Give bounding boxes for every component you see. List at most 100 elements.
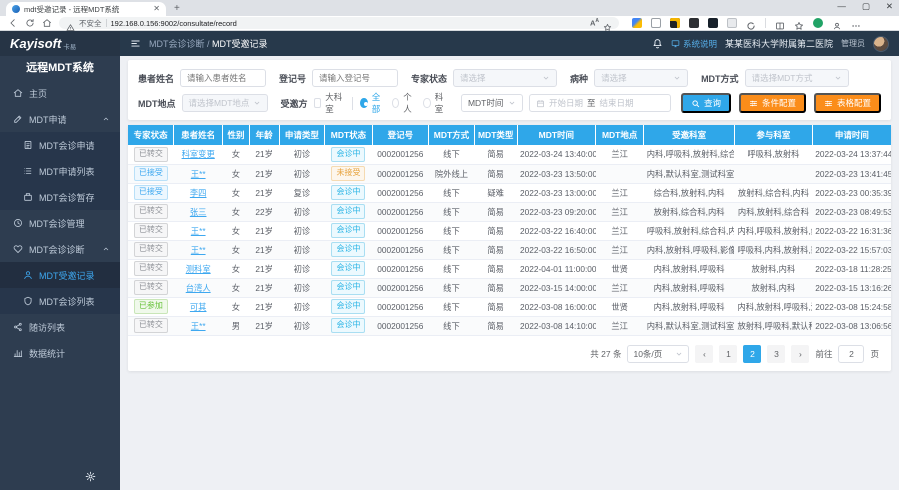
patient-name-link[interactable]: 科室变更	[182, 149, 215, 159]
patient-name-link[interactable]: 王**	[191, 245, 206, 255]
url-bar[interactable]: 不安全 192.168.0.156:9002/consultate/record…	[59, 17, 619, 29]
back-icon[interactable]	[8, 18, 18, 28]
security-warning-icon[interactable]	[66, 19, 75, 28]
gear-icon[interactable]	[85, 471, 96, 482]
apply-time-cell: 2022-03-08 13:06:56	[812, 316, 891, 335]
profile-avatar-icon[interactable]	[832, 18, 842, 28]
chevron-down-icon	[253, 99, 261, 107]
extension-icon-dark-3[interactable]	[708, 18, 718, 28]
big-dept-checkbox-label[interactable]: 大科室	[325, 91, 343, 115]
sidebar-item-0[interactable]: 主页	[0, 80, 120, 106]
bell-icon[interactable]	[652, 38, 663, 49]
extension-icon-refresh[interactable]	[746, 18, 756, 28]
hamburger-icon[interactable]	[130, 38, 141, 49]
expert-status-select[interactable]: 请选择	[453, 69, 557, 87]
patient-name-link[interactable]: 台湾人	[186, 283, 211, 293]
patient-name-link[interactable]: 李四	[190, 188, 207, 198]
page-button-3[interactable]: 3	[767, 345, 785, 363]
page-button-1[interactable]: 1	[719, 345, 737, 363]
user-avatar[interactable]	[873, 36, 889, 52]
sidebar-item-4[interactable]: 随访列表	[0, 314, 120, 340]
patient-name-link[interactable]: 测科室	[186, 264, 211, 274]
expert-status-tag: 已转交	[134, 242, 168, 257]
patient-name-link[interactable]: 王**	[191, 169, 206, 179]
big-dept-checkbox[interactable]	[314, 98, 322, 108]
mdt-location-cell: 世贤	[596, 259, 644, 278]
breadcrumb-section[interactable]: MDT会诊诊断	[149, 39, 205, 49]
sidebar-item-2[interactable]: MDT会诊管理	[0, 210, 120, 236]
sidebar-menu: 主页MDT申请MDT会诊申请MDT申请列表MDT会诊暂存 MDT会诊管理 MDT会诊…	[0, 80, 120, 471]
prev-page-button[interactable]: ‹	[695, 345, 713, 363]
reg-no-cell: 0002001256	[372, 297, 428, 316]
close-button[interactable]: ✕	[886, 1, 893, 12]
sidebar-item-5[interactable]: 数据统计	[0, 340, 120, 366]
split-screen-icon[interactable]	[775, 18, 785, 28]
participating-depts-cell: 呼吸科,放射科	[734, 145, 812, 164]
browser-tab[interactable]: mdt受邀记录 - 远程MDT系统 ✕	[6, 2, 166, 16]
user-role: 管理员	[841, 38, 865, 49]
patient-name-link[interactable]: 王**	[191, 226, 206, 236]
favorite-star-icon[interactable]	[603, 19, 612, 28]
system-info-link[interactable]: 系统说明	[671, 38, 717, 50]
more-options-icon[interactable]	[851, 18, 861, 28]
radio-dept[interactable]: 科室	[423, 91, 446, 115]
reload-icon[interactable]	[25, 18, 35, 28]
minimize-button[interactable]: —	[837, 1, 846, 12]
goto-label: 前往	[815, 348, 832, 360]
new-tab-button[interactable]: +	[174, 2, 180, 16]
mdt-location-select[interactable]: 请选择MDT地点	[182, 94, 268, 112]
date-range-picker[interactable]: 开始日期 至 结束日期	[529, 94, 671, 112]
security-label[interactable]: 不安全	[79, 18, 102, 29]
extension-icon-dark-1[interactable]	[670, 18, 680, 28]
condition-config-button[interactable]: 条件配置	[739, 93, 806, 113]
sidebar-item-3[interactable]: MDT会诊诊断	[0, 236, 120, 262]
visit-type-cell: 初诊	[279, 297, 325, 316]
participating-depts-cell: 内科,放射科,呼吸科,测试科室	[734, 297, 812, 316]
url-text[interactable]: 192.168.0.156:9002/consultate/record	[111, 19, 586, 28]
extension-icon-copy[interactable]	[651, 18, 661, 28]
maximize-button[interactable]: ▢	[862, 1, 870, 12]
sidebar-subitem-3-1[interactable]: MDT会诊列表	[0, 288, 120, 314]
home-icon[interactable]	[42, 18, 52, 28]
mdt-status-tag: 会诊中	[331, 204, 365, 219]
sidebar-subitem-1-0[interactable]: MDT会诊申请	[0, 132, 120, 158]
end-date-placeholder[interactable]: 结束日期	[599, 97, 633, 109]
mdt-time-field-select[interactable]: MDT时间	[461, 94, 523, 112]
page-size-select[interactable]: 10条/页	[627, 345, 689, 363]
sliders-icon	[824, 99, 833, 108]
sidebar-subitem-1-2[interactable]: MDT会诊暂存	[0, 184, 120, 210]
reg-no-input[interactable]	[312, 69, 398, 87]
table-config-button[interactable]: 表格配置	[814, 93, 881, 113]
sidebar-subitem-3-0[interactable]: MDT受邀记录	[0, 262, 120, 288]
goto-page-input[interactable]	[838, 345, 864, 363]
sidebar-submenu: MDT受邀记录MDT会诊列表	[0, 262, 120, 314]
sidebar-item-label: MDT会诊管理	[29, 217, 85, 230]
patient-name-link[interactable]: 王**	[191, 321, 206, 331]
page-button-2[interactable]: 2	[743, 345, 761, 363]
sidebar-subitem-1-1[interactable]: MDT申请列表	[0, 158, 120, 184]
search-button[interactable]: 查询	[681, 93, 731, 113]
disease-select[interactable]: 请选择	[594, 69, 688, 87]
age-cell: 21岁	[249, 164, 279, 183]
sidebar-item-1[interactable]: MDT申请	[0, 106, 120, 132]
extension-icon-colorful[interactable]	[632, 18, 642, 28]
patient-name-link[interactable]: 可其	[190, 302, 207, 312]
patient-name-link[interactable]: 张三	[190, 207, 207, 217]
start-date-placeholder[interactable]: 开始日期	[549, 97, 583, 109]
extension-icon-grey[interactable]	[727, 18, 737, 28]
extension-icon-green[interactable]	[813, 18, 823, 28]
patient-name-input[interactable]	[180, 69, 266, 87]
mdt-time-cell: 2022-03-22 16:40:00	[517, 221, 596, 240]
extension-icon-dark-2[interactable]	[689, 18, 699, 28]
mdt-mode-select[interactable]: 请选择MDT方式	[745, 69, 849, 87]
column-header: 年龄	[249, 125, 279, 145]
favorites-hub-icon[interactable]	[794, 18, 804, 28]
mdt-status-tag: 会诊中	[331, 280, 365, 295]
browser-address-bar: 不安全 192.168.0.156:9002/consultate/record…	[0, 16, 899, 31]
radio-personal[interactable]: 个人	[392, 91, 415, 115]
next-page-button[interactable]: ›	[791, 345, 809, 363]
tab-close-icon[interactable]: ✕	[153, 5, 160, 13]
read-aloud-icon[interactable]: AA	[590, 18, 599, 28]
radio-all[interactable]: 全部	[360, 91, 383, 115]
visit-type-cell: 初诊	[279, 145, 325, 164]
